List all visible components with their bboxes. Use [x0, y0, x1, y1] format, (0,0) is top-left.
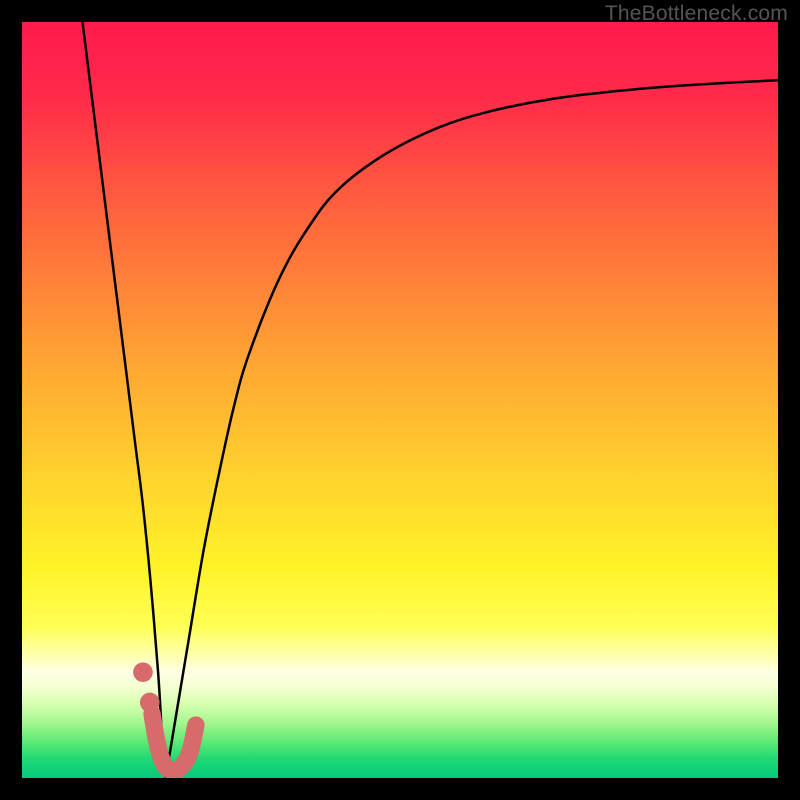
marker-dot-lower	[140, 693, 160, 713]
chart-stage: TheBottleneck.com	[0, 0, 800, 800]
chart-svg	[22, 22, 778, 778]
plot-area	[22, 22, 778, 778]
marker-dot-upper	[133, 662, 153, 682]
gradient-background	[22, 22, 778, 778]
